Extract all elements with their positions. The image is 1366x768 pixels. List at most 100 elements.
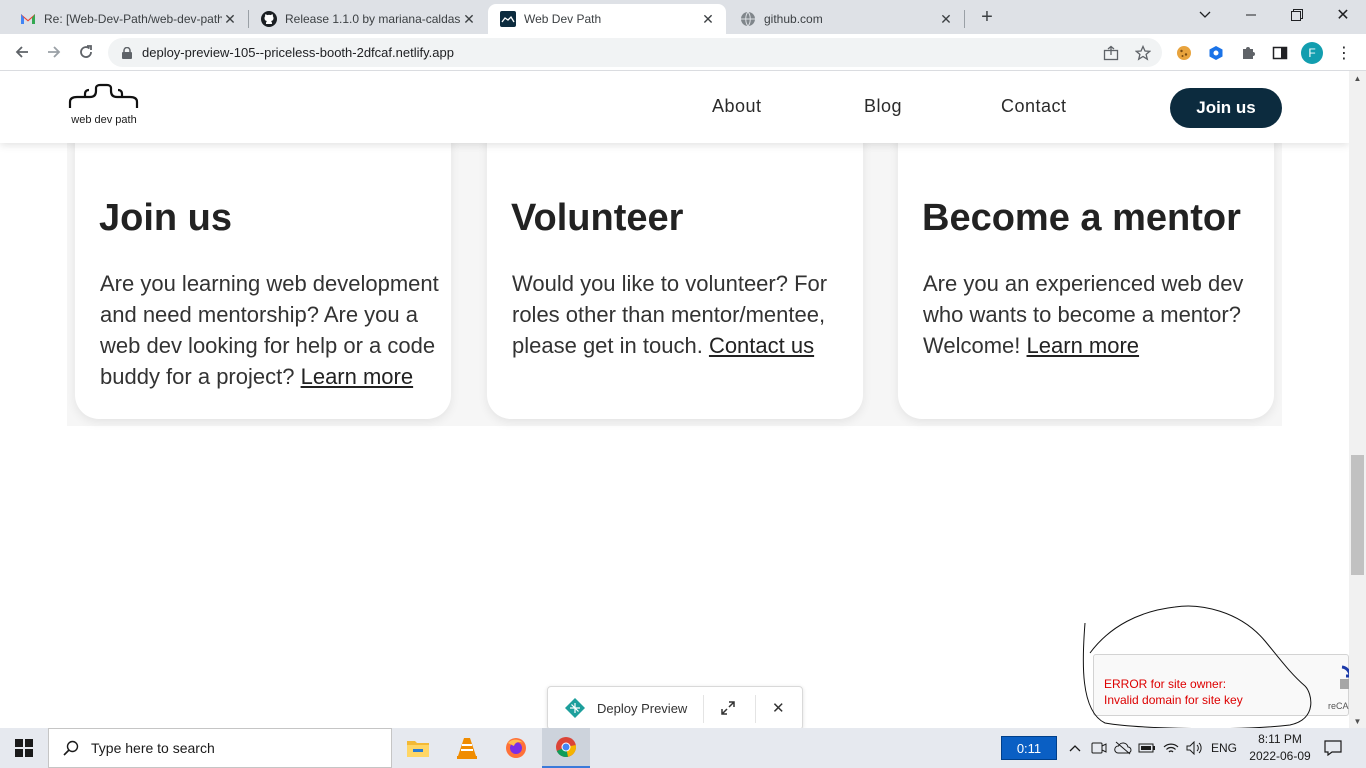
- recaptcha-logo-icon: [1332, 665, 1349, 696]
- learn-more-link[interactable]: Learn more: [301, 364, 414, 389]
- wifi-icon[interactable]: [1161, 738, 1181, 758]
- card-text: Are you an experienced web dev who wants…: [923, 268, 1268, 361]
- close-icon: ✕: [1336, 7, 1350, 24]
- join-us-button[interactable]: Join us: [1170, 88, 1282, 128]
- card-text: Are you learning web development and nee…: [100, 268, 440, 392]
- divider: [755, 695, 756, 723]
- deploy-preview-bar: Deploy Preview ✕: [547, 686, 803, 728]
- deploy-preview-label[interactable]: Deploy Preview: [597, 701, 687, 716]
- tab-github-release[interactable]: Release 1.1.0 by mariana-caldas ✕: [249, 4, 487, 34]
- reload-button[interactable]: [74, 40, 98, 64]
- file-explorer-icon[interactable]: [394, 728, 442, 768]
- vlc-icon[interactable]: [443, 728, 491, 768]
- scroll-up-arrow-icon[interactable]: ▲: [1349, 71, 1366, 85]
- close-icon[interactable]: ✕: [938, 11, 954, 27]
- minimize-button[interactable]: [1228, 0, 1274, 30]
- card-title: Volunteer: [511, 197, 684, 239]
- card-become-mentor: Become a mentor Are you an experienced w…: [898, 111, 1274, 419]
- reload-icon: [80, 45, 92, 58]
- address-bar[interactable]: deploy-preview-105--priceless-booth-2dfc…: [108, 38, 1162, 67]
- expand-icon[interactable]: [720, 700, 736, 721]
- arrow-right-icon: [48, 46, 61, 58]
- window-close-button[interactable]: ✕: [1320, 0, 1366, 30]
- site-logo[interactable]: web dev path: [66, 81, 142, 133]
- notification-icon[interactable]: [1322, 738, 1344, 758]
- site-header: web dev path About Blog Contact Join us: [0, 71, 1349, 143]
- new-tab-button[interactable]: +: [976, 6, 998, 28]
- browser-toolbar: deploy-preview-105--priceless-booth-2dfc…: [0, 34, 1366, 71]
- card-volunteer: Volunteer Would you like to volunteer? F…: [487, 111, 863, 419]
- forward-button[interactable]: [42, 40, 66, 64]
- taskbar-search[interactable]: Type here to search: [48, 728, 392, 768]
- nav-blog-link[interactable]: Blog: [864, 96, 902, 117]
- restore-icon: [1291, 9, 1303, 21]
- webdevpath-icon: [500, 11, 516, 27]
- recaptcha-label: reCA: [1328, 701, 1349, 711]
- logo-text: web dev path: [71, 114, 137, 126]
- page-viewport: Join us Are you learning web development…: [0, 71, 1349, 728]
- cookie-extension-icon[interactable]: [1174, 43, 1194, 63]
- tab-divider: [964, 10, 965, 28]
- chrome-icon[interactable]: [542, 728, 590, 768]
- tab-gmail[interactable]: Re: [Web-Dev-Path/web-dev-path ✕: [8, 4, 248, 34]
- tab-title: Web Dev Path: [524, 12, 602, 26]
- browser-tab-strip: Re: [Web-Dev-Path/web-dev-path ✕ Release…: [0, 0, 1366, 34]
- clock-date: 2022-06-09: [1249, 749, 1311, 763]
- bookmark-star-icon[interactable]: [1134, 44, 1152, 62]
- netlify-icon: [564, 697, 586, 724]
- learn-more-link[interactable]: Learn more: [1027, 333, 1140, 358]
- puzzle-extensions-icon[interactable]: [1238, 43, 1258, 63]
- back-button[interactable]: [10, 40, 34, 64]
- search-placeholder: Type here to search: [91, 740, 215, 756]
- meet-now-icon[interactable]: [1089, 738, 1109, 758]
- restore-button[interactable]: [1274, 0, 1320, 30]
- gmail-icon: [20, 11, 36, 27]
- globe-icon: [740, 11, 756, 27]
- firefox-icon[interactable]: [492, 728, 540, 768]
- nav-contact-link[interactable]: Contact: [1001, 96, 1067, 117]
- close-icon[interactable]: ✕: [222, 11, 238, 27]
- annotation-scribble: [1082, 605, 1312, 728]
- clock-time: 8:11 PM: [1258, 732, 1302, 746]
- chevron-up-icon[interactable]: [1065, 738, 1085, 758]
- tab-title: github.com: [764, 12, 823, 26]
- card-join-us: Join us Are you learning web development…: [75, 111, 451, 419]
- blue-extension-icon[interactable]: [1206, 43, 1226, 63]
- windows-logo-icon: [15, 739, 33, 757]
- side-panel-icon[interactable]: [1270, 43, 1290, 63]
- start-button[interactable]: [0, 728, 48, 768]
- share-icon[interactable]: [1102, 44, 1120, 62]
- arrow-left-icon: [15, 46, 28, 58]
- search-icon: [63, 740, 79, 756]
- profile-avatar[interactable]: F: [1301, 42, 1323, 64]
- logo-mark-icon: [68, 83, 139, 108]
- battery-icon[interactable]: [1137, 738, 1157, 758]
- card-title: Join us: [99, 197, 233, 239]
- card-title: Become a mentor: [922, 197, 1241, 239]
- tab-title: Re: [Web-Dev-Path/web-dev-path: [44, 12, 222, 26]
- recording-timer[interactable]: 0:11: [1001, 736, 1057, 760]
- github-icon: [261, 11, 277, 27]
- page-scrollbar[interactable]: ▲ ▼: [1349, 71, 1366, 728]
- system-clock[interactable]: 8:11 PM 2022-06-09: [1244, 731, 1316, 765]
- close-icon[interactable]: ✕: [461, 11, 477, 27]
- divider: [703, 695, 704, 723]
- volume-icon[interactable]: [1185, 738, 1205, 758]
- cloud-offline-icon[interactable]: [1113, 738, 1133, 758]
- contact-us-link[interactable]: Contact us: [709, 333, 814, 358]
- tab-title: Release 1.1.0 by mariana-caldas: [285, 12, 461, 26]
- chevron-down-icon: [1199, 11, 1211, 18]
- scroll-down-arrow-icon[interactable]: ▼: [1349, 714, 1366, 728]
- lock-icon[interactable]: [120, 46, 134, 59]
- input-language[interactable]: ENG: [1210, 738, 1238, 758]
- close-icon[interactable]: ✕: [700, 11, 716, 27]
- scrollbar-thumb[interactable]: [1351, 455, 1364, 575]
- menu-kebab-icon[interactable]: ⋮: [1334, 43, 1354, 63]
- tab-web-dev-path[interactable]: Web Dev Path ✕: [488, 4, 726, 34]
- tab-github-com[interactable]: github.com ✕: [728, 4, 964, 34]
- nav-about-link[interactable]: About: [712, 96, 762, 117]
- close-icon[interactable]: ✕: [772, 699, 785, 717]
- tab-search-button[interactable]: [1182, 0, 1228, 30]
- minimize-icon: [1246, 14, 1256, 16]
- windows-taskbar: Type here to search 0:11 ENG 8:11 PM 202…: [0, 728, 1366, 768]
